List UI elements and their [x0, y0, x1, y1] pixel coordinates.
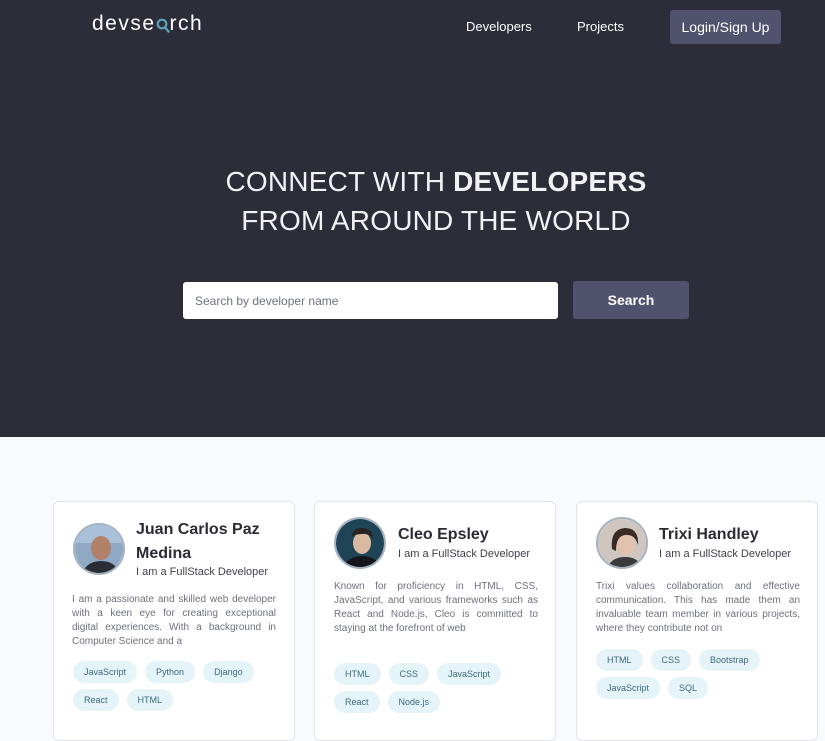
search-input[interactable] — [183, 282, 558, 319]
skill-tag[interactable]: JavaScript — [596, 677, 661, 699]
skill-tag[interactable]: JavaScript — [73, 661, 138, 683]
developer-card[interactable]: Juan Carlos Paz Medina I am a FullStack … — [53, 501, 295, 741]
developer-card[interactable]: Cleo Epsley I am a FullStack Developer K… — [314, 501, 556, 741]
skill-tag[interactable]: CSS — [650, 649, 692, 671]
nav-projects[interactable]: Projects — [577, 19, 624, 34]
developer-name[interactable]: Cleo Epsley — [398, 523, 548, 547]
hero-section: devse rch Developers Projects Login/Sign… — [0, 0, 825, 437]
logo-text-start: devse — [92, 12, 156, 35]
skill-tag[interactable]: Python — [145, 661, 196, 683]
developer-role: I am a FullStack Developer — [136, 566, 269, 578]
avatar — [596, 517, 648, 569]
avatar — [334, 517, 386, 569]
developer-role: I am a FullStack Developer — [659, 548, 792, 560]
skill-tag[interactable]: Node.js — [387, 691, 441, 713]
skill-tag[interactable]: CSS — [388, 663, 430, 685]
logo-text-end: rch — [169, 12, 204, 35]
search-button[interactable]: Search — [573, 281, 689, 319]
skill-tag[interactable]: HTML — [334, 663, 381, 685]
logo[interactable]: devse rch — [92, 12, 203, 36]
skill-tag[interactable]: React — [334, 691, 380, 713]
skill-tags: HTML CSS Bootstrap JavaScript SQL — [596, 649, 808, 699]
skill-tag[interactable]: HTML — [126, 689, 174, 711]
developer-bio: Known for proficiency in HTML, CSS, Java… — [334, 581, 538, 634]
avatar — [73, 523, 125, 575]
magnifier-icon — [156, 15, 170, 33]
developer-bio: I am a passionate and skilled web develo… — [72, 594, 276, 647]
hero-heading-bold: DEVELOPERS — [453, 166, 647, 197]
login-signup-button[interactable]: Login/Sign Up — [670, 10, 781, 44]
skill-tag[interactable]: Django — [203, 661, 254, 683]
hero-heading-text: CONNECT WITH — [225, 166, 454, 197]
skill-tag[interactable]: HTML — [596, 649, 643, 671]
skill-tags: JavaScript Python Django React HTML — [73, 661, 285, 711]
developer-name[interactable]: Juan Carlos Paz Medina — [136, 518, 286, 566]
hero-heading-line1: CONNECT WITH DEVELOPERS — [0, 166, 825, 198]
skill-tags: HTML CSS JavaScript React Node.js — [334, 663, 546, 713]
skill-tag[interactable]: JavaScript — [437, 663, 502, 685]
nav-developers[interactable]: Developers — [466, 19, 532, 34]
developer-name[interactable]: Trixi Handley — [659, 523, 809, 547]
skill-tag[interactable]: React — [73, 689, 119, 711]
hero-heading-line2: FROM AROUND THE WORLD — [241, 205, 631, 236]
developer-card[interactable]: Trixi Handley I am a FullStack Developer… — [576, 501, 818, 741]
developer-bio: Trixi values collaboration and effective… — [596, 581, 800, 634]
skill-tag[interactable]: Bootstrap — [699, 649, 760, 671]
skill-tag[interactable]: SQL — [668, 677, 709, 699]
developer-role: I am a FullStack Developer — [398, 548, 531, 560]
